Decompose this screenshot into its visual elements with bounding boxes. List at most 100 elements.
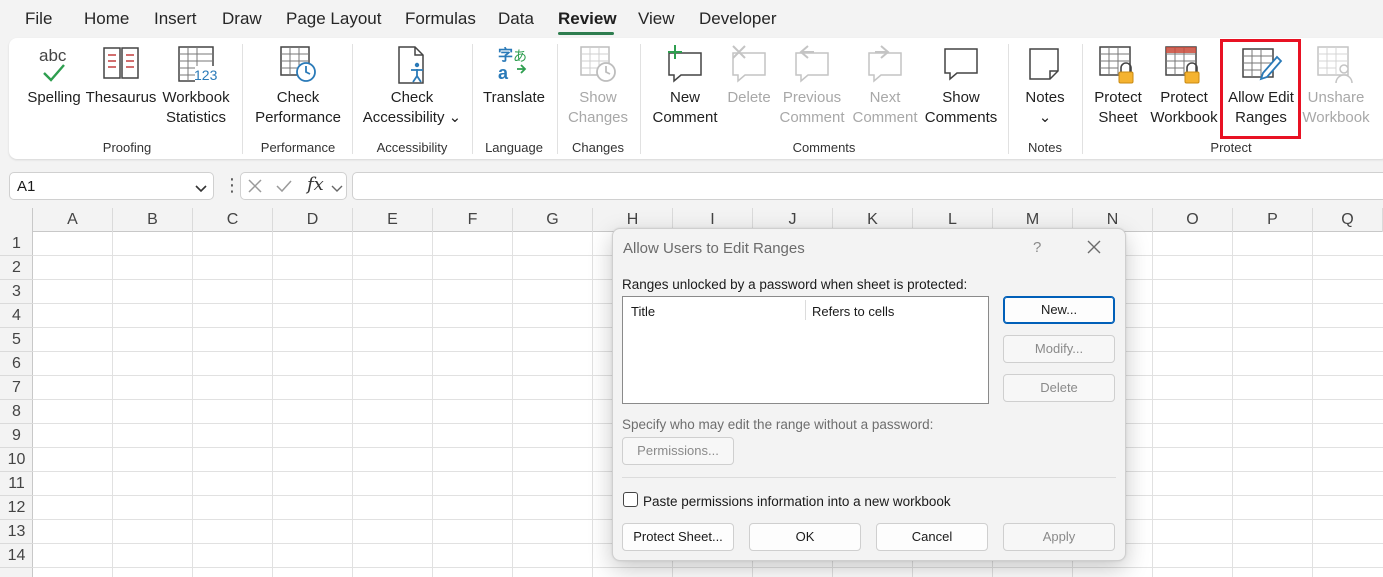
permissions-button[interactable]: Permissions... [622,437,734,465]
highlight-box [1220,39,1301,139]
tab-formulas[interactable]: Formulas [405,9,476,29]
previous-comment-label: Previous Comment [779,89,845,126]
performance-group-label: Performance [260,140,336,155]
formula-input[interactable] [352,172,1383,200]
ribbon: abc Spelling Thesaurus 123 Workbook Stat… [9,38,1383,159]
protect-sheet-dialog-button[interactable]: Protect Sheet... [622,523,734,551]
close-icon[interactable] [1086,239,1104,257]
tab-home[interactable]: Home [84,9,129,29]
new-button[interactable]: New... [1003,296,1115,324]
spelling-button[interactable]: abc Spelling [23,44,85,136]
accessibility-group-label: Accessibility [376,140,448,155]
check-performance-button[interactable]: Check Performance [252,44,344,136]
column-refers-header[interactable]: Refers to cells [812,304,894,319]
previous-comment-icon [791,45,833,87]
row-header[interactable]: 7 [0,376,33,400]
column-header-c[interactable]: C [193,208,273,232]
insert-function-icon[interactable]: fx [307,174,324,195]
cancel-button[interactable]: Cancel [876,523,988,551]
paste-permissions-checkbox[interactable] [623,492,638,507]
formula-bar-controls: fx [240,172,347,200]
row-header[interactable]: 5 [0,328,33,352]
protect-sheet-button[interactable]: Protect Sheet [1087,44,1149,136]
notes-group-label: Notes [1028,140,1062,155]
unshare-workbook-button[interactable]: Unshare Workbook [1301,44,1371,136]
column-header-e[interactable]: E [353,208,433,232]
column-header-d[interactable]: D [273,208,353,232]
row-header[interactable]: 12 [0,496,33,520]
column-header-b[interactable]: B [113,208,193,232]
confirm-entry-icon[interactable] [275,178,293,199]
ok-button[interactable]: OK [749,523,861,551]
column-header-g[interactable]: G [513,208,593,232]
row-header[interactable]: 4 [0,304,33,328]
row-header[interactable]: 11 [0,472,33,496]
excel-window: File Home Insert Draw Page Layout Formul… [0,0,1383,577]
row-header[interactable]: 8 [0,400,33,424]
column-header-a[interactable]: A [33,208,113,232]
next-comment-label: Next Comment [852,89,918,126]
next-comment-button[interactable]: Next Comment [851,44,919,136]
delete-comment-button[interactable]: Delete [721,44,777,136]
check-accessibility-label: Check Accessibility ⌄ [362,89,462,126]
row-header[interactable]: 2 [0,256,33,280]
row-header[interactable]: 1 [0,232,33,256]
show-comments-button[interactable]: Show Comments [923,44,999,136]
column-header-o[interactable]: O [1153,208,1233,232]
apply-button[interactable]: Apply [1003,523,1115,551]
tab-draw[interactable]: Draw [222,9,262,29]
show-comments-icon [940,45,982,87]
row-header[interactable]: 10 [0,448,33,472]
allow-users-edit-ranges-dialog: Allow Users to Edit Ranges ? Ranges unlo… [612,228,1126,561]
proofing-group-label: Proofing [102,140,152,155]
check-performance-icon [277,45,319,87]
comments-group-label: Comments [792,140,856,155]
row-header[interactable]: 13 [0,520,33,544]
previous-comment-button[interactable]: Previous Comment [777,44,847,136]
more-options-icon[interactable]: ⋮ [223,176,241,194]
svg-text:字: 字 [498,46,513,64]
protect-workbook-label: Protect Workbook [1150,89,1218,126]
tab-page-layout[interactable]: Page Layout [286,9,381,29]
new-comment-button[interactable]: New Comment [647,44,723,136]
tab-data[interactable]: Data [498,9,534,29]
row-header[interactable]: 9 [0,424,33,448]
show-changes-button[interactable]: Show Changes [564,44,632,136]
column-title-header[interactable]: Title [631,304,655,319]
show-changes-icon [577,45,619,87]
row-header[interactable]: 14 [0,544,33,568]
group-separator [352,44,353,154]
chevron-down-icon[interactable] [331,181,343,199]
column-header-p[interactable]: P [1233,208,1313,232]
show-changes-label: Show Changes [567,89,629,126]
column-header-f[interactable]: F [433,208,513,232]
translate-button[interactable]: 字あa Translate [481,44,547,136]
protect-workbook-button[interactable]: Protect Workbook [1149,44,1219,136]
select-all-corner[interactable] [0,208,33,232]
tab-view[interactable]: View [638,9,675,29]
group-separator [1082,44,1083,154]
unshare-workbook-label: Unshare Workbook [1302,89,1370,126]
ranges-list[interactable]: Title Refers to cells [622,296,989,404]
notes-label: Notes ⌄ [1025,89,1065,126]
tab-insert[interactable]: Insert [154,9,197,29]
name-box[interactable]: A1 [9,172,214,200]
paste-permissions-label[interactable]: Paste permissions information into a new… [643,494,951,509]
modify-button[interactable]: Modify... [1003,335,1115,363]
check-accessibility-button[interactable]: Check Accessibility ⌄ [361,44,463,136]
workbook-statistics-button[interactable]: 123 Workbook Statistics [159,44,233,136]
tab-review[interactable]: Review [558,9,617,29]
help-icon[interactable]: ? [1033,239,1041,256]
cancel-entry-icon[interactable] [247,178,263,199]
row-header[interactable]: 3 [0,280,33,304]
tab-file[interactable]: File [25,9,52,29]
menu-bar: File Home Insert Draw Page Layout Formul… [0,0,1383,38]
chevron-down-icon[interactable] [195,181,207,199]
column-header-q[interactable]: Q [1313,208,1383,232]
row-header[interactable]: 6 [0,352,33,376]
thesaurus-button[interactable]: Thesaurus [86,44,156,136]
tab-developer[interactable]: Developer [699,9,777,29]
delete-button[interactable]: Delete [1003,374,1115,402]
notes-button[interactable]: Notes ⌄ [1015,44,1075,136]
changes-group-label: Changes [571,140,625,155]
